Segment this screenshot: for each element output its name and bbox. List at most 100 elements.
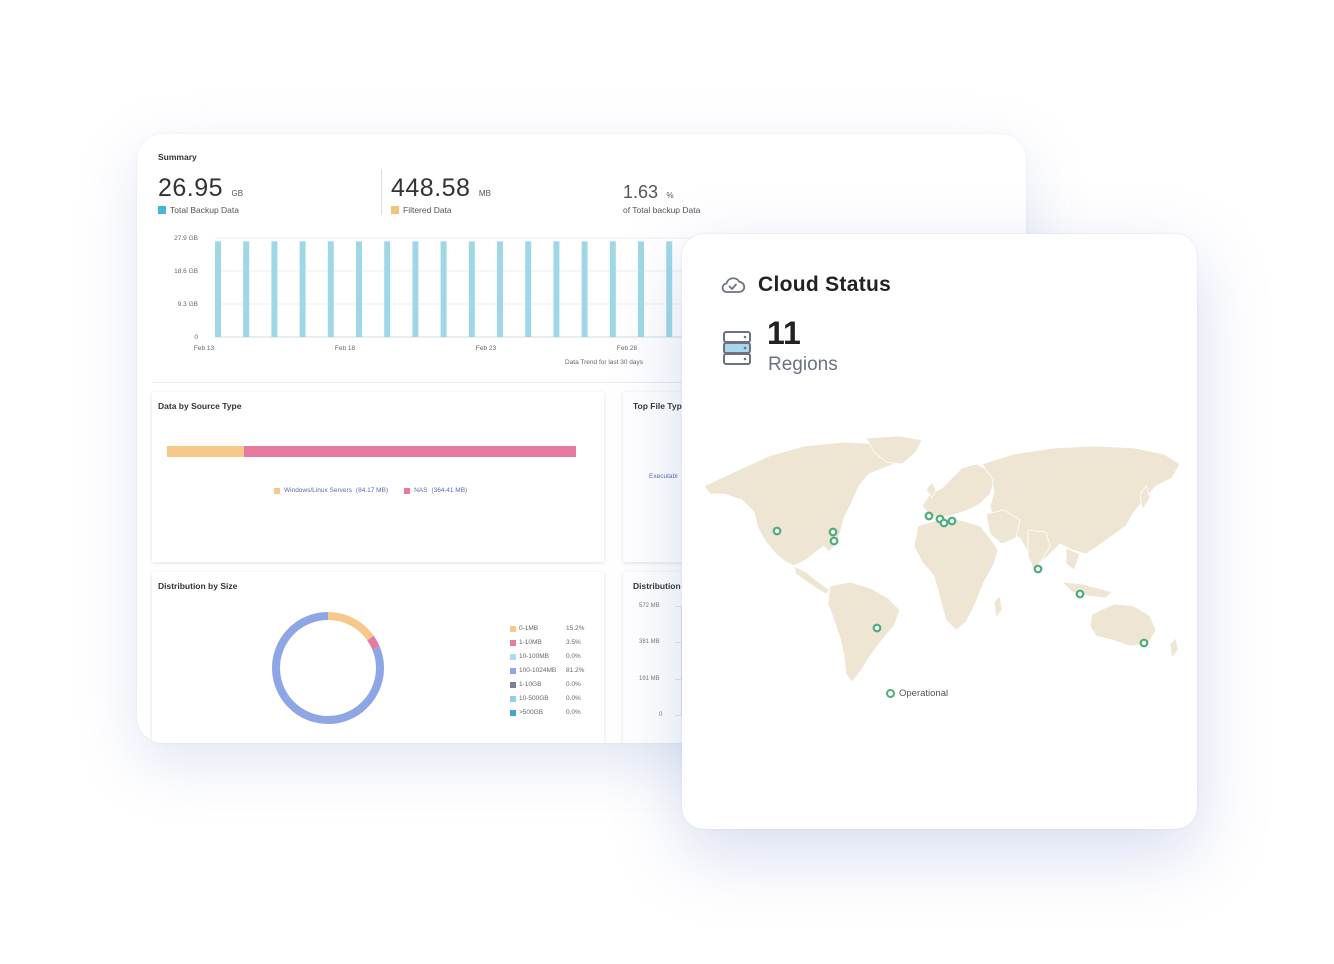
region-marker[interactable] xyxy=(947,516,957,526)
x-tick-label: Feb 18 xyxy=(335,345,356,352)
summary-title: Summary xyxy=(158,152,197,162)
trend-caption: Data Trend for last 30 days xyxy=(565,359,644,366)
trend-bar[interactable] xyxy=(638,241,644,337)
legend-swatch xyxy=(510,639,516,646)
dist-legend-item[interactable]: 10-100MB 0.0% xyxy=(510,653,581,660)
percent-caption: of Total backup Data xyxy=(623,205,700,215)
dist-legend-item[interactable]: 1-10MB 3.5% xyxy=(510,639,581,646)
legend-swatch xyxy=(404,487,411,494)
source-type-legend: Windows/Linux Servers (84.17 MB) NAS (36… xyxy=(274,487,467,494)
trend-bar[interactable] xyxy=(666,241,673,337)
trend-bar[interactable] xyxy=(215,241,221,337)
trend-bar[interactable] xyxy=(440,241,447,337)
legend-label: 10-500GB xyxy=(519,695,549,702)
dist-legend-item[interactable]: 100-1024MB 81.2% xyxy=(510,667,584,674)
filtered-caption: Filtered Data xyxy=(391,205,452,215)
summary-divider xyxy=(381,169,382,215)
dist2-tick xyxy=(675,715,681,716)
dist-legend-item[interactable]: >500GB 0.0% xyxy=(510,709,581,716)
distribution-panel: Distribution by Size 0-1MB 15.2% 1-10MB 3.… xyxy=(152,572,604,743)
trend-bar[interactable] xyxy=(299,241,306,337)
legend-label: Windows/Linux Servers xyxy=(284,487,352,494)
percent-metric: 1.63 % xyxy=(623,182,674,203)
donut-slice[interactable] xyxy=(367,635,380,650)
dist2-tick xyxy=(675,642,681,643)
source-type-title: Data by Source Type xyxy=(158,401,242,411)
y-tick-label: 0 xyxy=(194,334,198,341)
total-backup-swatch xyxy=(158,206,166,214)
dist2-tick xyxy=(675,679,681,680)
legend-item-nas[interactable]: NAS (364.41 MB) xyxy=(404,487,467,494)
legend-item-servers[interactable]: Windows/Linux Servers (84.17 MB) xyxy=(274,487,388,494)
region-marker[interactable] xyxy=(939,518,949,528)
legend-size: (364.41 MB) xyxy=(431,487,468,494)
cloud-check-icon xyxy=(719,275,746,300)
trend-bar[interactable] xyxy=(581,241,588,337)
region-marker[interactable] xyxy=(872,623,882,633)
region-marker[interactable] xyxy=(1139,638,1149,648)
legend-swatch xyxy=(510,625,516,632)
legend-swatch xyxy=(510,667,516,674)
asia xyxy=(981,445,1181,567)
percent-unit: % xyxy=(666,191,674,200)
new-zealand xyxy=(1169,637,1179,660)
trend-bar[interactable] xyxy=(356,241,362,337)
region-marker[interactable] xyxy=(828,527,838,537)
dist-legend-item[interactable]: 0-1MB 15.2% xyxy=(510,625,584,632)
dist-legend-item[interactable]: 10-500GB 0.0% xyxy=(510,695,581,702)
legend-label: 100-1024MB xyxy=(519,667,557,674)
trend-bar[interactable] xyxy=(609,241,616,337)
donut-slice[interactable] xyxy=(327,612,374,641)
total-backup-label: Total Backup Data xyxy=(170,205,239,215)
trend-bar[interactable] xyxy=(497,241,503,337)
trend-bar[interactable] xyxy=(271,241,278,337)
server-icon xyxy=(722,330,752,373)
filtered-label: Filtered Data xyxy=(403,205,452,215)
legend-label: 1-10GB xyxy=(519,681,542,688)
percent-label: of Total backup Data xyxy=(623,205,701,215)
africa xyxy=(913,519,999,631)
central-america xyxy=(793,565,831,595)
total-backup-caption: Total Backup Data xyxy=(158,205,239,215)
region-marker[interactable] xyxy=(924,511,934,521)
trend-bar[interactable] xyxy=(243,241,250,337)
dist-legend-item[interactable]: 1-10GB 0.0% xyxy=(510,681,581,688)
legend-label: 1-10MB xyxy=(519,639,542,646)
world-map xyxy=(703,435,1181,683)
legend-pct: 15.2% xyxy=(566,625,585,632)
filtered-unit: MB xyxy=(478,189,491,198)
legend-label: >500GB xyxy=(519,709,544,716)
operational-icon xyxy=(886,689,895,698)
filtered-value: 448.58 xyxy=(391,174,471,202)
trend-bar[interactable] xyxy=(384,241,391,337)
legend-swatch xyxy=(510,681,516,688)
legend-label: 0-1MB xyxy=(519,625,539,632)
trend-bar[interactable] xyxy=(525,241,532,337)
filtered-swatch xyxy=(391,206,399,214)
legend-pct: 3.5% xyxy=(566,639,581,646)
top-file-title: Top File Typ xyxy=(633,401,682,411)
continents xyxy=(703,435,1181,683)
top-file-item[interactable]: Executabl xyxy=(649,473,678,480)
trend-bar[interactable] xyxy=(327,241,334,337)
trend-bar[interactable] xyxy=(468,241,475,337)
legend-pct: 0.0% xyxy=(566,709,581,716)
trend-bar[interactable] xyxy=(553,241,560,337)
india xyxy=(1027,529,1051,571)
dist2-ytick: 191 MB xyxy=(639,676,660,682)
source-segment-servers[interactable] xyxy=(167,446,244,457)
region-marker[interactable] xyxy=(829,536,839,546)
operational-label: Operational xyxy=(899,688,949,699)
x-tick-label: Feb 28 xyxy=(617,345,638,352)
source-segment-nas[interactable] xyxy=(243,446,576,457)
percent-value: 1.63 xyxy=(623,182,659,202)
region-marker[interactable] xyxy=(1075,589,1085,599)
legend-swatch xyxy=(510,653,516,660)
legend-pct: 0.0% xyxy=(566,695,581,702)
region-marker[interactable] xyxy=(1033,564,1043,574)
region-marker[interactable] xyxy=(772,526,782,536)
trend-bar[interactable] xyxy=(412,241,419,337)
x-tick-label: Feb 13 xyxy=(194,345,215,352)
total-backup-value: 26.95 xyxy=(158,174,224,202)
cloud-status-card: Cloud Status 11 Regions Operational xyxy=(682,234,1197,829)
